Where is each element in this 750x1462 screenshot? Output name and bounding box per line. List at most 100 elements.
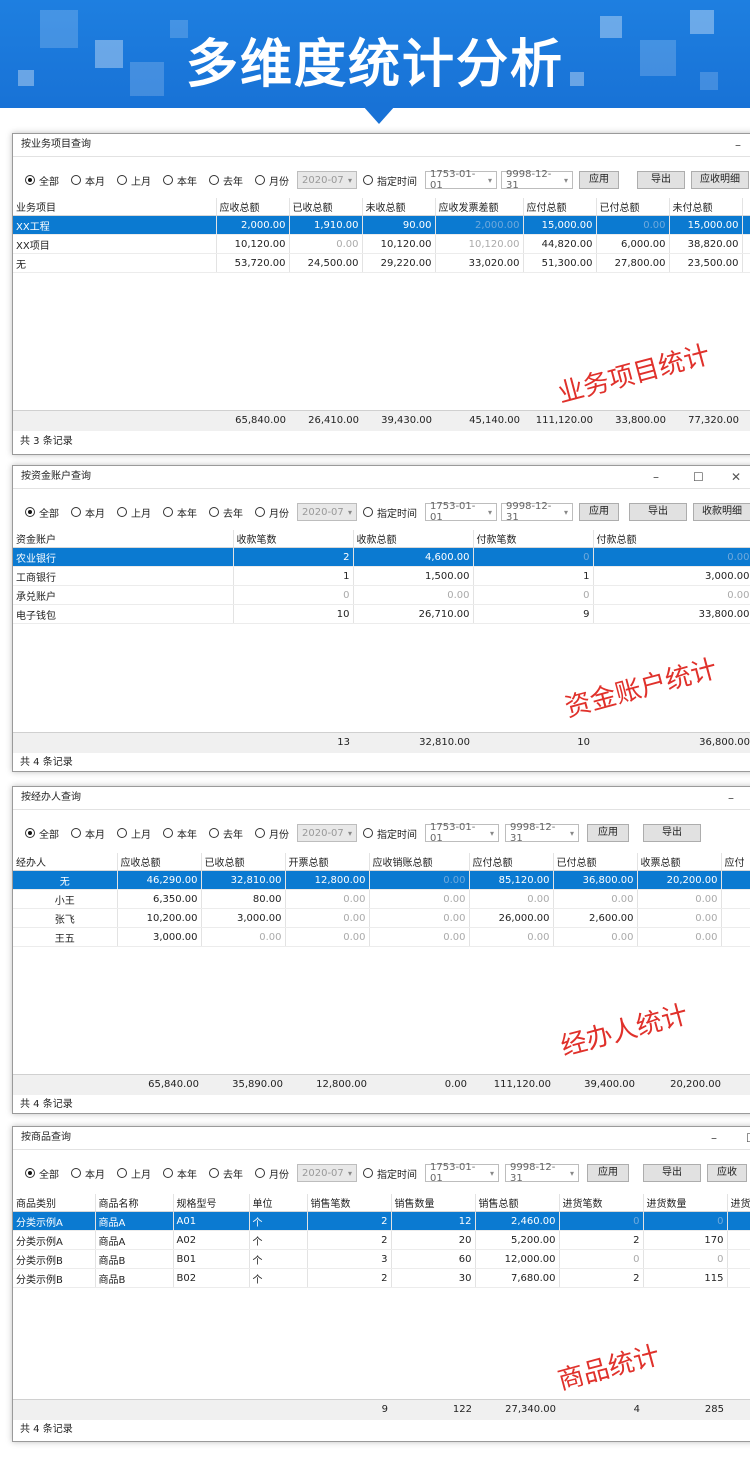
minimize-icon[interactable]: – bbox=[728, 787, 734, 809]
column-header[interactable]: 销售笔数 bbox=[307, 1194, 392, 1212]
column-header[interactable]: 销售数量 bbox=[391, 1194, 476, 1212]
column-header[interactable]: 进货数量 bbox=[643, 1194, 728, 1212]
column-header[interactable]: 进货 bbox=[727, 1194, 750, 1212]
radio-last-year[interactable]: 去年 bbox=[209, 826, 243, 841]
table-row[interactable]: 张飞 10,200.00 3,000.00 0.00 0.00 26,000.0… bbox=[13, 908, 750, 928]
column-header[interactable]: 已收总额 bbox=[201, 853, 286, 871]
radio-all[interactable]: 全部 bbox=[25, 505, 59, 520]
column-header[interactable]: 收票总额 bbox=[637, 853, 722, 871]
export-button[interactable]: 导出 bbox=[637, 171, 685, 189]
minimize-icon[interactable]: – bbox=[735, 134, 741, 156]
radio-custom[interactable]: 指定时间 bbox=[363, 173, 417, 188]
date-to-select[interactable]: 9998-12-31 ▾ bbox=[501, 501, 573, 523]
radio-this-month[interactable]: 本月 bbox=[71, 173, 105, 188]
table-row[interactable]: 分类示例A 商品A A02 个 2 20 5,200.00 2 170 bbox=[13, 1230, 750, 1250]
date-to-select[interactable]: 9998-12-31 ▾ bbox=[501, 169, 573, 191]
column-header[interactable]: 收款总额 bbox=[353, 530, 474, 548]
close-icon[interactable]: ✕ bbox=[731, 466, 741, 488]
column-header[interactable]: 规格型号 bbox=[173, 1194, 250, 1212]
radio-last-year[interactable]: 去年 bbox=[209, 505, 243, 520]
export-button[interactable]: 导出 bbox=[643, 1164, 701, 1182]
table-row[interactable]: 无 46,290.00 32,810.00 12,800.00 0.00 85,… bbox=[13, 870, 750, 890]
column-header[interactable]: 未收总额 bbox=[362, 198, 436, 216]
table-row[interactable]: 王五 3,000.00 0.00 0.00 0.00 0.00 0.00 0.0… bbox=[13, 927, 750, 947]
minimize-icon[interactable]: – bbox=[711, 1127, 717, 1149]
radio-month[interactable]: 月份 bbox=[255, 173, 289, 188]
export-button[interactable]: 导出 bbox=[629, 503, 687, 521]
radio-custom[interactable]: 指定时间 bbox=[363, 505, 417, 520]
table-row[interactable]: 工商银行 1 1,500.00 1 3,000.00 bbox=[13, 566, 750, 586]
radio-last-year[interactable]: 去年 bbox=[209, 1166, 243, 1181]
radio-this-year[interactable]: 本年 bbox=[163, 505, 197, 520]
date-to-select[interactable]: 9998-12-31 ▾ bbox=[505, 1162, 579, 1184]
table-row[interactable]: 分类示例B 商品B B02 个 2 30 7,680.00 2 115 bbox=[13, 1268, 750, 1288]
apply-button[interactable]: 应用 bbox=[587, 824, 629, 842]
radio-last-month[interactable]: 上月 bbox=[117, 173, 151, 188]
table-row[interactable]: 小王 6,350.00 80.00 0.00 0.00 0.00 0.00 0.… bbox=[13, 889, 750, 909]
radio-this-month[interactable]: 本月 bbox=[71, 826, 105, 841]
radio-this-month[interactable]: 本月 bbox=[71, 505, 105, 520]
column-header[interactable]: 进货笔数 bbox=[559, 1194, 644, 1212]
month-select[interactable]: 2020-07 ▾ bbox=[297, 503, 357, 521]
radio-custom[interactable]: 指定时间 bbox=[363, 1166, 417, 1181]
table-row[interactable]: 分类示例A 商品A A01 个 2 12 2,460.00 0 0 bbox=[13, 1211, 750, 1231]
column-header[interactable]: 付款笔数 bbox=[473, 530, 594, 548]
radio-last-month[interactable]: 上月 bbox=[117, 826, 151, 841]
detail-button[interactable]: 应收明细 bbox=[691, 171, 749, 189]
radio-this-year[interactable]: 本年 bbox=[163, 826, 197, 841]
export-button[interactable]: 导出 bbox=[643, 824, 701, 842]
date-from-select[interactable]: 1753-01-01 ▾ bbox=[425, 501, 497, 523]
column-header[interactable]: 应收总额 bbox=[117, 853, 202, 871]
column-header[interactable]: 应收总额 bbox=[216, 198, 290, 216]
detail-button[interactable]: 应收 bbox=[707, 1164, 747, 1182]
month-select[interactable]: 2020-07 ▾ bbox=[297, 171, 357, 189]
date-from-select[interactable]: 1753-01-01 ▾ bbox=[425, 1162, 499, 1184]
column-header[interactable]: 资金账户 bbox=[13, 530, 234, 548]
radio-this-year[interactable]: 本年 bbox=[163, 173, 197, 188]
column-header[interactable]: 应付 bbox=[721, 853, 750, 871]
date-to-select[interactable]: 9998-12-31 ▾ bbox=[505, 822, 579, 844]
radio-all[interactable]: 全部 bbox=[25, 826, 59, 841]
radio-month[interactable]: 月份 bbox=[255, 826, 289, 841]
column-header[interactable]: 应收销账总额 bbox=[369, 853, 470, 871]
table-row[interactable]: 电子钱包 10 26,710.00 9 33,800.00 bbox=[13, 604, 750, 624]
detail-button[interactable]: 收款明细 bbox=[693, 503, 750, 521]
radio-last-year[interactable]: 去年 bbox=[209, 173, 243, 188]
column-header[interactable]: 商品名称 bbox=[95, 1194, 174, 1212]
column-header[interactable]: 应收发票差额 bbox=[435, 198, 524, 216]
apply-button[interactable]: 应用 bbox=[579, 503, 619, 521]
maximize-icon[interactable]: ☐ bbox=[746, 1127, 750, 1149]
radio-last-month[interactable]: 上月 bbox=[117, 505, 151, 520]
column-header[interactable]: 收款笔数 bbox=[233, 530, 354, 548]
column-header[interactable]: 付款总额 bbox=[593, 530, 750, 548]
radio-custom[interactable]: 指定时间 bbox=[363, 826, 417, 841]
column-header[interactable]: 业务项目 bbox=[13, 198, 217, 216]
radio-month[interactable]: 月份 bbox=[255, 505, 289, 520]
column-header[interactable]: 已付总额 bbox=[596, 198, 670, 216]
column-header[interactable] bbox=[742, 198, 750, 216]
apply-button[interactable]: 应用 bbox=[587, 1164, 629, 1182]
date-from-select[interactable]: 1753-01-01 ▾ bbox=[425, 822, 499, 844]
column-header[interactable]: 销售总额 bbox=[475, 1194, 560, 1212]
radio-last-month[interactable]: 上月 bbox=[117, 1166, 151, 1181]
maximize-icon[interactable]: ☐ bbox=[693, 466, 704, 488]
column-header[interactable]: 开票总额 bbox=[285, 853, 370, 871]
column-header[interactable]: 商品类别 bbox=[13, 1194, 96, 1212]
radio-this-year[interactable]: 本年 bbox=[163, 1166, 197, 1181]
table-row[interactable]: 无 53,720.00 24,500.00 29,220.00 33,020.0… bbox=[13, 253, 750, 273]
date-from-select[interactable]: 1753-01-01 ▾ bbox=[425, 169, 497, 191]
radio-all[interactable]: 全部 bbox=[25, 173, 59, 188]
month-select[interactable]: 2020-07 ▾ bbox=[297, 1164, 357, 1182]
column-header[interactable]: 应付总额 bbox=[469, 853, 554, 871]
column-header[interactable]: 经办人 bbox=[13, 853, 118, 871]
table-row[interactable]: XX项目 10,120.00 0.00 10,120.00 10,120.00 … bbox=[13, 234, 750, 254]
minimize-icon[interactable]: – bbox=[653, 466, 659, 488]
table-row[interactable]: XX工程 2,000.00 1,910.00 90.00 2,000.00 15… bbox=[13, 215, 750, 235]
table-row[interactable]: 承兑账户 0 0.00 0 0.00 bbox=[13, 585, 750, 605]
table-row[interactable]: 农业银行 2 4,600.00 0 0.00 bbox=[13, 547, 750, 567]
radio-month[interactable]: 月份 bbox=[255, 1166, 289, 1181]
radio-this-month[interactable]: 本月 bbox=[71, 1166, 105, 1181]
apply-button[interactable]: 应用 bbox=[579, 171, 619, 189]
column-header[interactable]: 已付总额 bbox=[553, 853, 638, 871]
table-row[interactable]: 分类示例B 商品B B01 个 3 60 12,000.00 0 0 bbox=[13, 1249, 750, 1269]
